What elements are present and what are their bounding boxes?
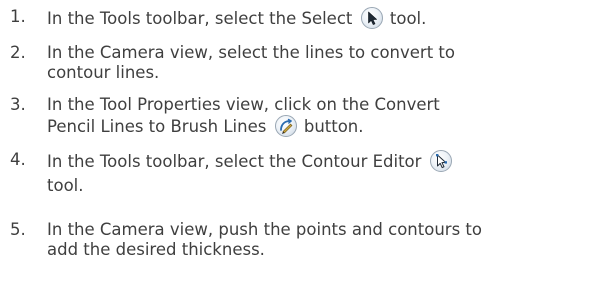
step-line: tool.	[47, 176, 84, 195]
step-number: 4.	[10, 150, 26, 169]
contour-editor-tool-icon	[429, 150, 452, 172]
step-text-part: button.	[303, 117, 364, 136]
step-text: In the Tool Properties view, click on th…	[47, 95, 595, 137]
step-3: 3. In the Tool Properties view, click on…	[0, 95, 600, 139]
step-text-part: In the Tools toolbar, select the Select	[47, 9, 353, 28]
step-number: 5.	[10, 220, 26, 239]
step-line: In the Tools toolbar, select the Contour…	[47, 150, 595, 172]
convert-pencil-to-brush-icon	[274, 115, 297, 137]
step-5: 5. In the Camera view, push the points a…	[0, 220, 600, 262]
step-text-part: tool.	[389, 9, 427, 28]
step-line: In the Tool Properties view, click on th…	[47, 95, 440, 114]
step-line: In the Camera view, select the lines to …	[47, 43, 455, 62]
step-line: add the desired thickness.	[47, 240, 265, 259]
step-number: 1.	[10, 7, 26, 26]
step-line: In the Camera view, push the points and …	[47, 220, 482, 239]
step-line: Pencil Lines to Brush Lines button.	[47, 115, 595, 137]
step-text: In the Tools toolbar, select the Contour…	[47, 150, 595, 196]
step-number: 3.	[10, 95, 26, 114]
step-2: 2. In the Camera view, select the lines …	[0, 43, 600, 85]
step-text-part: Pencil Lines to Brush Lines	[47, 117, 267, 136]
step-1: 1. In the Tools toolbar, select the Sele…	[0, 7, 600, 29]
step-text-part: In the Tools toolbar, select the Contour…	[47, 152, 422, 171]
step-text: In the Camera view, push the points and …	[47, 220, 595, 260]
step-text: In the Tools toolbar, select the Select …	[47, 7, 595, 29]
step-line: contour lines.	[47, 63, 160, 82]
select-tool-icon	[360, 7, 383, 29]
step-text: In the Camera view, select the lines to …	[47, 43, 595, 83]
step-4: 4. In the Tools toolbar, select the Cont…	[0, 150, 600, 198]
step-line: In the Tools toolbar, select the Select …	[47, 7, 595, 29]
step-number: 2.	[10, 43, 26, 62]
instruction-steps: 1. In the Tools toolbar, select the Sele…	[0, 0, 600, 300]
